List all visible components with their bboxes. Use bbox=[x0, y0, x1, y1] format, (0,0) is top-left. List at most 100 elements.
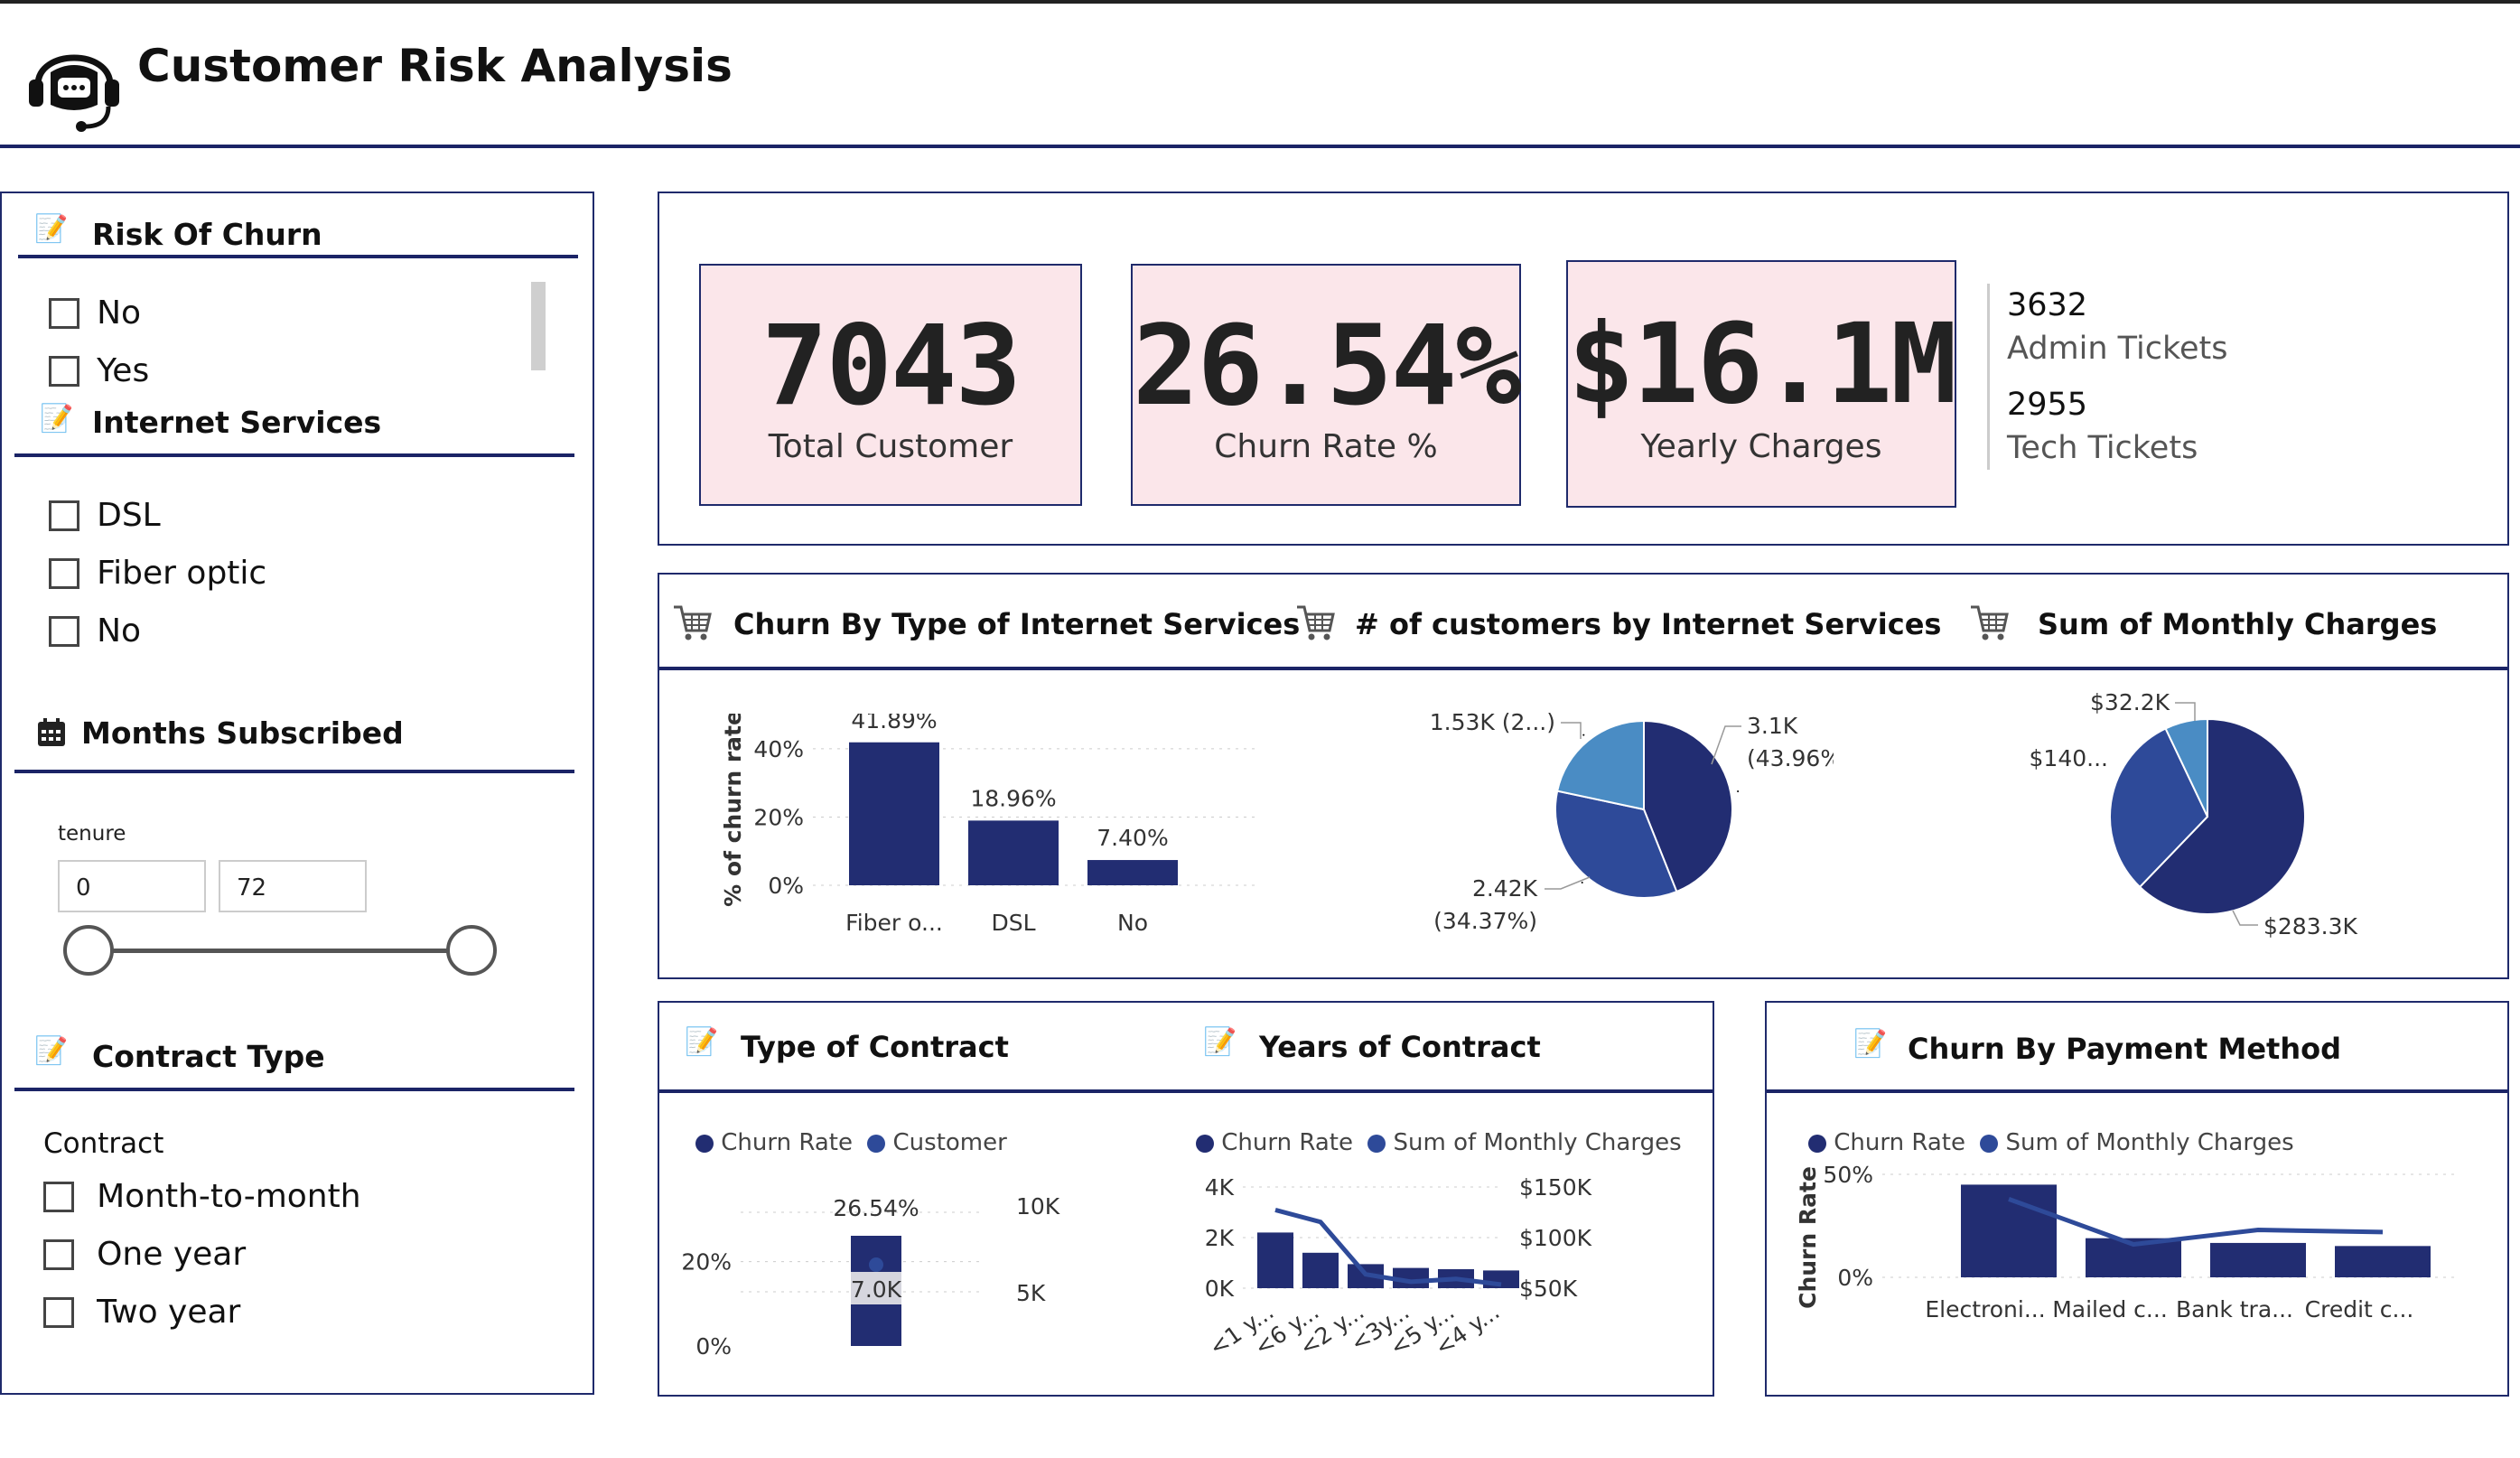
legend-dot bbox=[867, 1134, 886, 1153]
calendar-icon bbox=[38, 718, 65, 746]
bar bbox=[2335, 1246, 2431, 1277]
divider bbox=[1767, 1089, 2507, 1093]
y-tick-label: 20% bbox=[753, 804, 804, 830]
x-tick-label: Bank tra... bbox=[2176, 1296, 2293, 1322]
internet-slicer-title: Internet Services bbox=[92, 405, 382, 440]
contract-option-month[interactable]: Month-to-month bbox=[43, 1178, 361, 1215]
bar bbox=[1483, 1270, 1519, 1288]
x-tick-label: Electroni... bbox=[1925, 1296, 2045, 1322]
data-label: 18.96% bbox=[970, 785, 1056, 811]
y-right-tick-label: $50K bbox=[1519, 1276, 1578, 1302]
y-right-tick-label: 10K bbox=[1016, 1193, 1060, 1220]
y-tick-label: 2K bbox=[1205, 1225, 1235, 1251]
legend-label: Sum of Monthly Charges bbox=[2005, 1129, 2294, 1156]
risk-slicer-title: Risk Of Churn bbox=[92, 217, 322, 252]
legend-dot bbox=[695, 1134, 714, 1153]
tenure-label: tenure bbox=[58, 822, 126, 846]
checkbox[interactable] bbox=[43, 1238, 74, 1270]
headset-chat-icon bbox=[29, 54, 119, 132]
leader-anchor bbox=[1581, 882, 1583, 884]
legend-label: Customer bbox=[892, 1129, 1007, 1156]
data-label: 26.54% bbox=[833, 1195, 919, 1221]
legend-label: Sum of Monthly Charges bbox=[1393, 1129, 1682, 1156]
data-label: 41.89% bbox=[851, 714, 937, 734]
legend-label: Churn Rate bbox=[721, 1129, 853, 1156]
x-tick-label: Fiber o... bbox=[845, 910, 943, 936]
bar bbox=[968, 820, 1059, 885]
memo-icon: 📝 bbox=[34, 1035, 69, 1067]
slice-label: $32.2K bbox=[2090, 689, 2170, 715]
legend-dot bbox=[1980, 1134, 1999, 1153]
tenure-max-input[interactable]: 72 bbox=[219, 860, 367, 912]
divider bbox=[659, 667, 2507, 670]
leader-line bbox=[2232, 910, 2258, 926]
risk-option-no[interactable]: No bbox=[49, 294, 141, 332]
y-tick-label: 0% bbox=[768, 873, 804, 899]
y-axis-label: Churn Rate bbox=[1795, 1166, 1821, 1309]
checkbox[interactable] bbox=[43, 1181, 74, 1212]
risk-option-yes[interactable]: Yes bbox=[49, 352, 149, 389]
contract-option-one-year[interactable]: One year bbox=[43, 1236, 246, 1273]
slider-track[interactable] bbox=[90, 949, 473, 953]
slice-label: 2.42K bbox=[1472, 875, 1538, 902]
legend-dot bbox=[1196, 1134, 1214, 1153]
checkbox[interactable] bbox=[49, 297, 79, 329]
scrollbar-thumb[interactable] bbox=[531, 282, 546, 370]
leader-anchor bbox=[1737, 790, 1740, 793]
memo-icon: 📝 bbox=[1853, 1028, 1888, 1060]
slice-label: $140... bbox=[2030, 745, 2108, 771]
type-contract-title: Type of Contract bbox=[741, 1030, 1009, 1064]
tenure-min-input[interactable]: 0 bbox=[58, 860, 206, 912]
y-right-tick-label: $100K bbox=[1519, 1225, 1592, 1251]
y-tick-label: 0% bbox=[695, 1333, 732, 1360]
data-label: 7.40% bbox=[1097, 825, 1168, 851]
bar bbox=[2210, 1242, 2306, 1277]
leader-anchor bbox=[1582, 734, 1585, 736]
churn-internet-title: Churn By Type of Internet Services bbox=[733, 607, 1301, 641]
slider-max-handle[interactable] bbox=[446, 925, 497, 976]
contract-field-label: Contract bbox=[43, 1127, 164, 1160]
y-tick-label: 50% bbox=[1823, 1165, 1873, 1188]
checkbox[interactable] bbox=[49, 557, 79, 589]
slice-label: $283.3K bbox=[2263, 913, 2357, 939]
customers-internet-title: # of customers by Internet Services bbox=[1355, 607, 1942, 641]
cart-icon bbox=[674, 605, 712, 640]
leader-line bbox=[1561, 722, 1582, 739]
checkbox[interactable] bbox=[49, 615, 79, 647]
legend-label: Churn Rate bbox=[1221, 1129, 1353, 1156]
kpi-total-customer: 7043 Total Customer bbox=[699, 264, 1082, 506]
admin-ticket-count: 3632 bbox=[2007, 287, 2088, 323]
kpi-label: Total Customer bbox=[768, 428, 1013, 465]
bar bbox=[1087, 860, 1178, 885]
legend-dot bbox=[1808, 1134, 1826, 1153]
internet-option-fiber[interactable]: Fiber optic bbox=[49, 555, 266, 592]
data-label: 7.0K bbox=[851, 1276, 902, 1303]
memo-icon: 📝 bbox=[34, 213, 69, 245]
slider-min-handle[interactable] bbox=[63, 925, 114, 976]
monthly-charges-title: Sum of Monthly Charges bbox=[2038, 607, 2438, 641]
internet-option-dsl[interactable]: DSL bbox=[49, 497, 161, 534]
checkbox[interactable] bbox=[43, 1296, 74, 1328]
x-tick-label: Mailed c... bbox=[2052, 1296, 2168, 1322]
ticket-divider bbox=[1987, 284, 1990, 470]
churn-marker bbox=[869, 1257, 883, 1272]
memo-icon: 📝 bbox=[685, 1026, 719, 1058]
checkbox[interactable] bbox=[49, 500, 79, 531]
y-tick-label: 40% bbox=[753, 736, 804, 762]
tech-ticket-count: 2955 bbox=[2007, 387, 2088, 423]
x-tick-label: DSL bbox=[991, 910, 1035, 936]
bar bbox=[1257, 1232, 1293, 1288]
bar bbox=[1961, 1184, 2057, 1277]
y-tick-label: 20% bbox=[681, 1249, 732, 1276]
tech-ticket-label: Tech Tickets bbox=[2007, 430, 2198, 466]
page-title: Customer Risk Analysis bbox=[137, 40, 733, 92]
kpi-churn-rate: 26.54% Churn Rate % bbox=[1131, 264, 1522, 506]
payment-legend: Churn Rate Sum of Monthly Charges bbox=[1808, 1129, 2294, 1156]
slice-label: 3.1K bbox=[1747, 713, 1798, 739]
checkbox[interactable] bbox=[49, 355, 79, 387]
internet-option-no[interactable]: No bbox=[49, 612, 141, 650]
contract-option-two-year[interactable]: Two year bbox=[43, 1294, 240, 1331]
years-contract-legend: Churn Rate Sum of Monthly Charges bbox=[1196, 1129, 1682, 1156]
kpi-value: 26.54% bbox=[1133, 302, 1522, 430]
contract-slicer-title: Contract Type bbox=[92, 1039, 325, 1074]
